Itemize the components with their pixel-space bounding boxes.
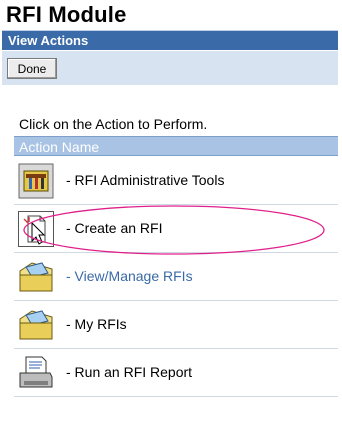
toolbar: Done (2, 51, 338, 85)
action-row-administrative-tools[interactable]: - RFI Administrative Tools (14, 157, 338, 205)
action-name-column-header: Action Name (14, 136, 338, 156)
folder-icon (18, 307, 54, 343)
page-title: RFI Module (6, 2, 127, 27)
action-row-run-report[interactable]: - Run an RFI Report (14, 349, 338, 397)
action-label: - Run an RFI Report (66, 364, 193, 380)
action-row-create-rfi[interactable]: - Create an RFI (14, 205, 338, 253)
done-button[interactable]: Done (7, 58, 57, 79)
action-label: - View/Manage RFIs (66, 268, 193, 284)
actions-list: - RFI Administrative Tools - Create an R… (14, 157, 338, 397)
action-row-my-rfis[interactable]: - My RFIs (14, 301, 338, 349)
toolbox-icon (18, 163, 54, 199)
action-label: - Create an RFI (66, 220, 163, 236)
new-document-cursor-icon (18, 211, 54, 247)
action-label: - RFI Administrative Tools (66, 172, 225, 188)
action-row-view-manage-rfis[interactable]: - View/Manage RFIs (14, 253, 338, 301)
action-label: - My RFIs (66, 316, 127, 332)
folder-icon (18, 259, 54, 295)
instruction-text: Click on the Action to Perform. (19, 116, 208, 132)
printer-report-icon (18, 355, 54, 391)
view-actions-header: View Actions (2, 30, 338, 50)
